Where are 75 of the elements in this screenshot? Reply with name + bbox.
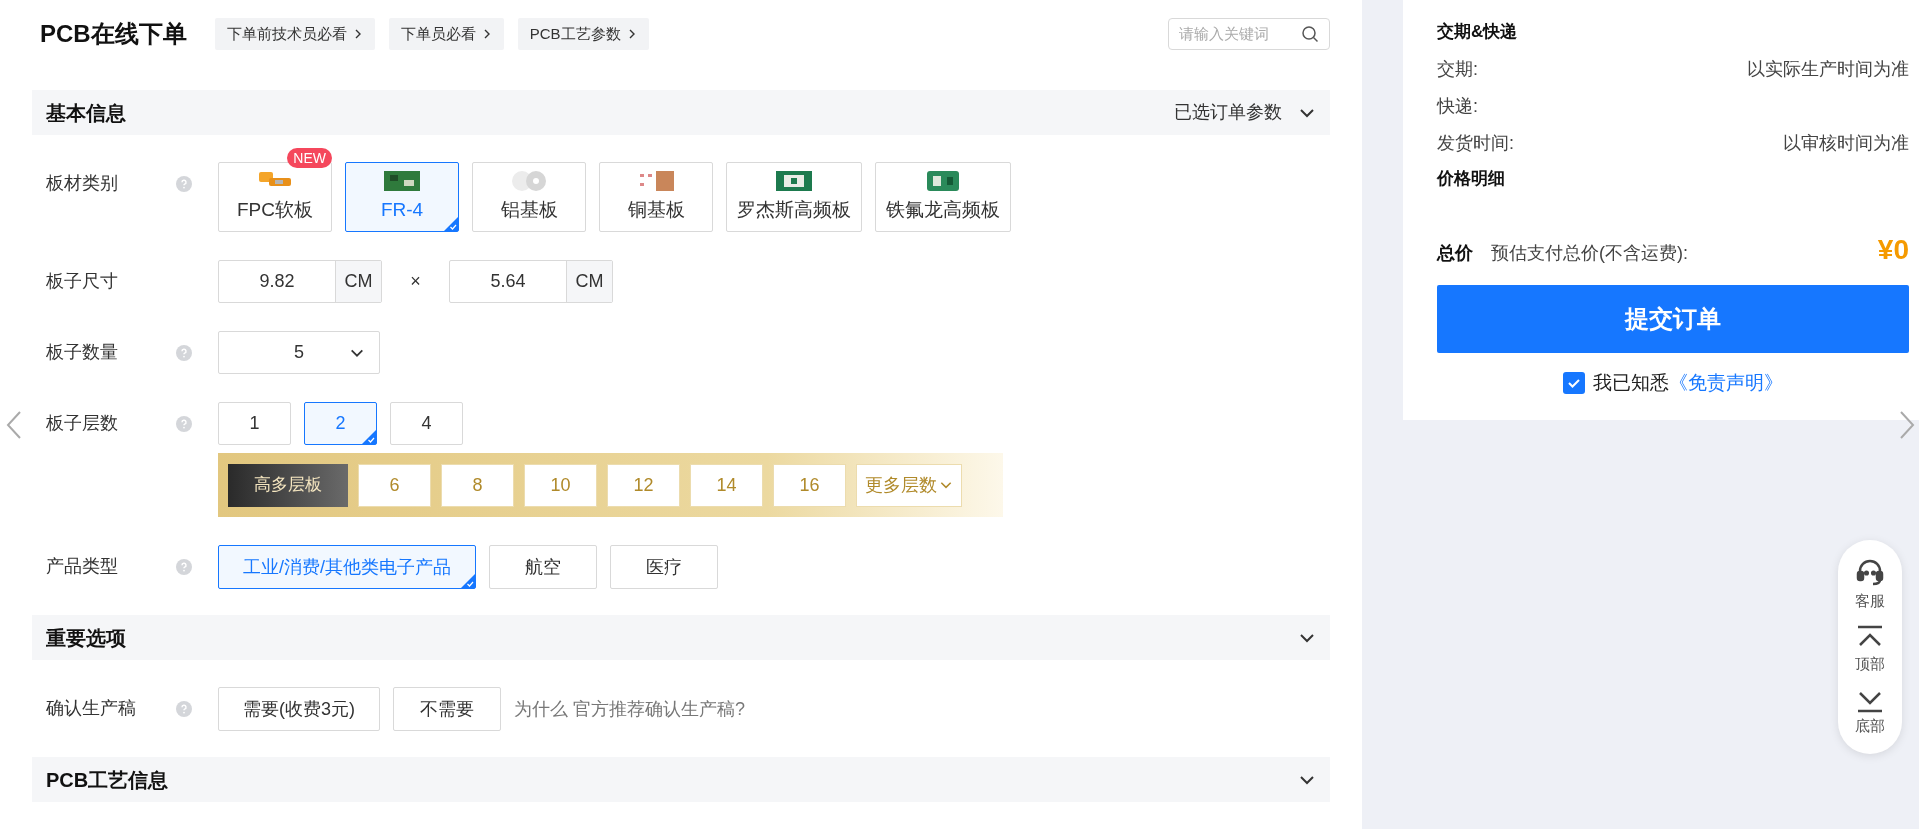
material-option[interactable]: 铁氟龙高频板 xyxy=(875,162,1011,232)
info-value: 以审核时间为准 xyxy=(1783,132,1909,155)
card-heading: 交期&快递 xyxy=(1437,21,1519,43)
help-icon[interactable] xyxy=(176,415,192,432)
info-label: 发货时间: xyxy=(1437,132,1514,155)
section-header[interactable]: PCB工艺信息 xyxy=(32,757,1330,802)
side-tool-button[interactable]: 客服 xyxy=(1854,556,1886,613)
total-price: ¥0 xyxy=(1877,233,1909,267)
card-heading: 价格明细 xyxy=(1437,168,1506,190)
hint-text: 为什么 官方推荐确认生产稿? xyxy=(514,697,745,721)
section-header[interactable]: 重要选项 xyxy=(32,615,1330,660)
search-field[interactable]: 请输入关键词 xyxy=(1168,18,1330,50)
guide-link[interactable]: 下单员必看 xyxy=(388,18,504,50)
chevron-left-icon[interactable] xyxy=(6,410,22,440)
field-label: 确认生产稿 xyxy=(46,697,137,720)
section-summary: 已选订单参数 xyxy=(1174,101,1282,124)
choice-option[interactable]: 工业/消费/其他类电子产品 xyxy=(218,545,476,589)
material-option[interactable]: FR-4 xyxy=(345,162,459,232)
field-label: 板材类别 xyxy=(46,172,119,195)
section-title: 基本信息 xyxy=(46,100,126,126)
section-title: 重要选项 xyxy=(46,625,126,651)
info-label: 交期: xyxy=(1437,58,1478,81)
help-icon[interactable] xyxy=(176,700,192,717)
field-label: 板子数量 xyxy=(46,341,119,364)
material-option[interactable]: 铜基板 xyxy=(599,162,713,232)
info-label: 快递: xyxy=(1437,95,1478,118)
chevron-right-icon[interactable] xyxy=(1899,410,1915,440)
high-layer-label: 高多层板 xyxy=(228,463,348,507)
times-sign: × xyxy=(409,270,422,293)
material-option[interactable]: FPC软板 xyxy=(218,162,332,232)
total-label: 总价 xyxy=(1437,242,1473,265)
quantity-select[interactable]: 5 xyxy=(218,331,380,374)
choice-option[interactable]: 航空 xyxy=(489,545,597,589)
page-title: PCB在线下单 xyxy=(40,19,187,49)
guide-link[interactable]: PCB工艺参数 xyxy=(517,18,649,50)
choice-option[interactable]: 不需要 xyxy=(393,687,501,731)
choice-option[interactable]: 需要(收费3元) xyxy=(218,687,380,731)
field-label: 板子尺寸 xyxy=(46,270,119,293)
check-corner-icon xyxy=(461,574,475,588)
size-input[interactable]: 9.82 xyxy=(219,261,335,302)
side-tool-button[interactable]: 底部 xyxy=(1855,687,1885,738)
guide-link[interactable]: 下单前技术员必看 xyxy=(214,18,375,50)
help-icon[interactable] xyxy=(176,175,192,192)
field-label: 产品类型 xyxy=(46,555,119,578)
choice-option[interactable]: 医疗 xyxy=(610,545,718,589)
section-header[interactable]: 基本信息 已选订单参数 xyxy=(32,90,1330,135)
size-field[interactable]: 5.64 CM xyxy=(449,260,613,303)
unit-label: CM xyxy=(335,261,381,302)
layer-option[interactable]: 2 xyxy=(304,402,377,445)
help-icon[interactable] xyxy=(176,558,192,575)
help-icon[interactable] xyxy=(176,344,192,361)
disclaimer-link[interactable]: 《免责声明》 xyxy=(1669,369,1783,398)
submit-order-button[interactable]: 提交订单 xyxy=(1437,285,1909,353)
layer-option[interactable]: 4 xyxy=(390,402,463,445)
size-field[interactable]: 9.82 CM xyxy=(218,260,382,303)
section-title: PCB工艺信息 xyxy=(46,767,169,793)
search-icon[interactable] xyxy=(1301,25,1319,43)
circuit-board-icon xyxy=(382,169,422,192)
check-icon xyxy=(1567,376,1581,391)
unit-label: CM xyxy=(566,261,612,302)
check-corner-icon xyxy=(444,217,458,231)
field-label: 板子层数 xyxy=(46,412,119,435)
agree-text: 我已知悉 xyxy=(1593,371,1669,395)
check-corner-icon xyxy=(362,430,376,444)
info-value: 以实际生产时间为准 xyxy=(1747,58,1909,81)
search-input[interactable]: 请输入关键词 xyxy=(1179,22,1291,46)
size-input[interactable]: 5.64 xyxy=(450,261,566,302)
side-tool-button[interactable]: 顶部 xyxy=(1855,624,1885,675)
total-note: 预估支付总价(不含运费): xyxy=(1491,242,1688,265)
material-option[interactable]: 罗杰斯高频板 xyxy=(726,162,862,232)
new-badge: NEW xyxy=(287,148,332,168)
circuit-board-icon xyxy=(774,169,814,192)
agree-checkbox[interactable] xyxy=(1563,372,1585,395)
material-option[interactable]: 铝基板 xyxy=(472,162,586,232)
layer-option[interactable]: 1 xyxy=(218,402,291,445)
